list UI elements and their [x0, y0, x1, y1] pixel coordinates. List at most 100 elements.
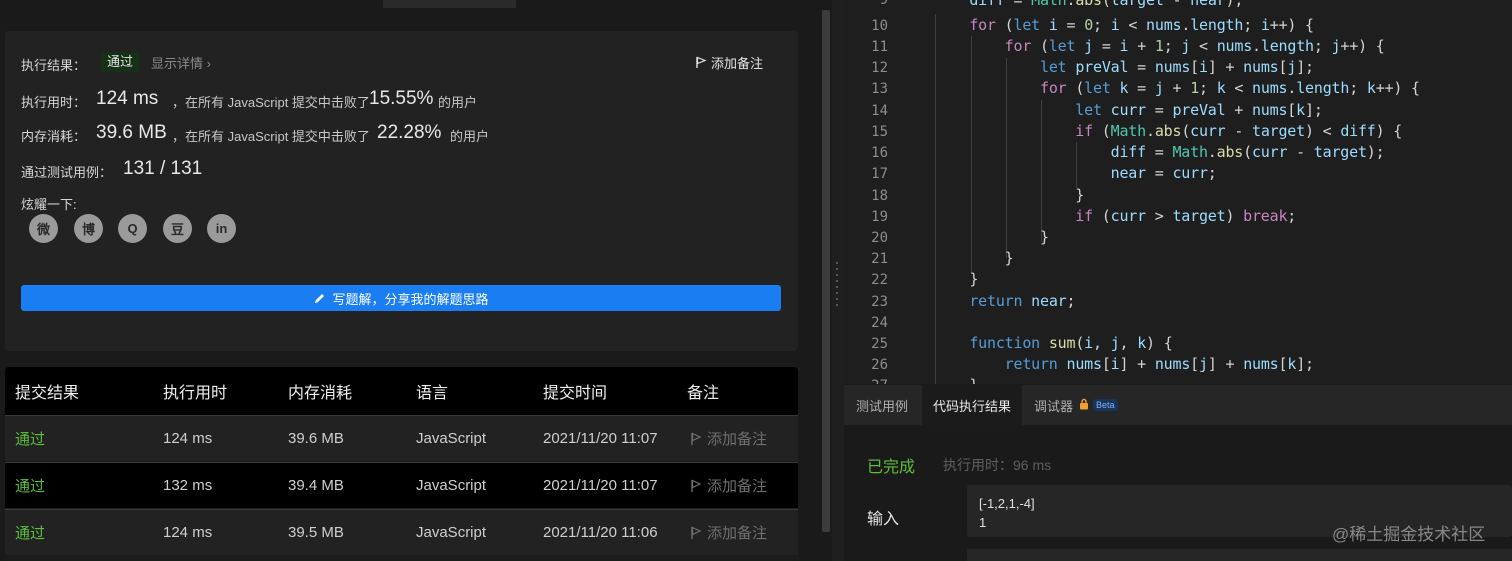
- line-number: 26: [871, 357, 888, 373]
- add-note-button[interactable]: 添加备注: [695, 53, 763, 72]
- run-time: 执行用时：96 ms: [943, 457, 1052, 473]
- row-memory: 39.4 MB: [288, 477, 344, 494]
- code-editor[interactable]: 9 10 11 12 13 14 15 16 17 18 19 20 21 22…: [844, 0, 1512, 384]
- input-label: 输入: [867, 511, 900, 528]
- header-memory[interactable]: 内存消耗: [288, 367, 352, 415]
- code-line: }: [934, 186, 1085, 204]
- line-number: 15: [871, 124, 888, 140]
- memory-value: 39.6 MB: [96, 122, 167, 143]
- memory-percent: 22.28%: [377, 122, 442, 143]
- header-time[interactable]: 执行用时: [163, 367, 227, 415]
- share-label: 炫耀一下:: [21, 197, 77, 212]
- status-badge: 通过: [101, 52, 140, 72]
- left-scrollbar[interactable]: [822, 10, 830, 532]
- line-number: 21: [871, 251, 888, 267]
- line-number: 19: [871, 209, 888, 225]
- input-line: 1: [979, 515, 987, 530]
- code-line: if (Math.abs(curr - target) < diff) {: [1075, 122, 1403, 140]
- code-line: function sum(i, j, k) {: [969, 334, 1173, 352]
- row-memory: 39.6 MB: [288, 430, 344, 447]
- line-number: 10: [871, 18, 888, 34]
- resize-grip-dot: [836, 280, 838, 282]
- tab-test-cases[interactable]: 测试用例: [844, 385, 920, 425]
- memory-label: 内存消耗：: [21, 129, 87, 144]
- qq-icon[interactable]: Q: [118, 214, 147, 243]
- code-line: }: [934, 249, 1014, 267]
- resize-grip-dot: [836, 292, 838, 294]
- resize-grip-dot: [836, 268, 838, 270]
- code-line: }: [934, 270, 979, 288]
- tab-run-result[interactable]: 代码执行结果: [922, 385, 1022, 425]
- row-add-note[interactable]: 添加备注: [690, 510, 767, 555]
- flag-icon: [696, 56, 707, 68]
- line-number: 23: [871, 294, 888, 310]
- memory-tail: 的用户: [450, 129, 490, 144]
- linkedin-icon[interactable]: in: [207, 214, 236, 243]
- output-value-box: [967, 549, 1512, 561]
- row-result[interactable]: 通过: [15, 463, 45, 508]
- code-line: let preVal = nums[i] + nums[j];: [1039, 58, 1314, 76]
- row-submit-time: 2021/11/20 11:06: [543, 524, 658, 541]
- exec-result-label: 执行结果：: [21, 58, 87, 73]
- line-number: 22: [871, 272, 888, 288]
- weibo-icon[interactable]: 博: [74, 214, 103, 243]
- row-result[interactable]: 通过: [15, 510, 45, 555]
- row-time: 132 ms: [163, 477, 213, 494]
- line-number: 16: [871, 145, 888, 161]
- time-tail: 的用户: [438, 95, 478, 110]
- submission-panel: 执行结果： 通过 显示详情 › 添加备注 执行用时： 124 ms ，在所有 J…: [0, 0, 820, 561]
- resize-grip-dot: [836, 274, 838, 276]
- write-solution-label: 写题解，分享我的解题思路: [332, 291, 489, 307]
- pane-resize-handle[interactable]: [832, 0, 844, 561]
- resize-grip-dot: [836, 286, 838, 288]
- add-note-label: 添加备注: [711, 56, 764, 71]
- douban-icon[interactable]: 豆: [163, 214, 192, 243]
- time-value: 124 ms: [96, 88, 159, 109]
- code-line: near = curr;: [1110, 164, 1217, 182]
- code-line: let curr = preVal + nums[k];: [1075, 101, 1323, 119]
- time-percent: 15.55%: [369, 88, 434, 109]
- table-row[interactable]: 通过 124 ms 39.5 MB JavaScript 2021/11/20 …: [5, 509, 798, 555]
- line-number: 25: [871, 336, 888, 352]
- show-details-link[interactable]: 显示详情 ›: [151, 53, 211, 72]
- row-language: JavaScript: [416, 430, 487, 447]
- pencil-icon: [315, 293, 325, 303]
- line-number: 11: [871, 39, 888, 55]
- line-number: 18: [871, 188, 888, 204]
- submissions-table: 提交结果 执行用时 内存消耗 语言 提交时间 备注 通过 124 ms 39.6…: [5, 367, 798, 561]
- code-line: return nums[i] + nums[j] + nums[k];: [1004, 355, 1314, 373]
- code-line: for (let k = j + 1; k < nums.length; k++…: [1039, 79, 1420, 97]
- line-number: 14: [871, 103, 888, 119]
- beta-badge: Beta: [1093, 399, 1118, 411]
- line-number: 27: [844, 378, 888, 384]
- line-number: 9: [879, 0, 888, 8]
- code-line: }: [934, 376, 978, 384]
- line-number: 24: [871, 315, 888, 331]
- tab-debugger-label: 调试器: [1034, 398, 1074, 414]
- line-number: 12: [871, 60, 888, 76]
- table-row[interactable]: 通过 124 ms 39.6 MB JavaScript 2021/11/20 …: [5, 415, 798, 461]
- flag-icon: [691, 432, 702, 445]
- wechat-icon[interactable]: 微: [29, 214, 58, 243]
- header-submit-time[interactable]: 提交时间: [543, 367, 607, 415]
- row-add-note[interactable]: 添加备注: [690, 463, 767, 508]
- watermark: @稀土掘金技术社区: [1332, 525, 1486, 544]
- header-result[interactable]: 提交结果: [15, 367, 79, 415]
- console-tab-bar: 测试用例 代码执行结果 调试器 Beta: [844, 385, 1512, 425]
- write-solution-button[interactable]: 写题解，分享我的解题思路: [21, 285, 781, 311]
- memory-desc: ，在所有 JavaScript 提交中击败了: [172, 129, 370, 144]
- table-header: 提交结果 执行用时 内存消耗 语言 提交时间 备注: [5, 367, 798, 415]
- code-line: }: [934, 228, 1049, 246]
- code-line: for (let i = 0; i < nums.length; i++) {: [969, 16, 1314, 34]
- line-number: 20: [871, 230, 888, 246]
- result-card: 执行结果： 通过 显示详情 › 添加备注 执行用时： 124 ms ，在所有 J…: [5, 31, 798, 351]
- tab-debugger[interactable]: 调试器 Beta: [1034, 385, 1134, 425]
- row-language: JavaScript: [416, 524, 487, 541]
- table-row[interactable]: 通过 132 ms 39.4 MB JavaScript 2021/11/20 …: [5, 462, 798, 508]
- row-result[interactable]: 通过: [15, 416, 45, 461]
- row-add-note[interactable]: 添加备注: [690, 416, 767, 461]
- header-language[interactable]: 语言: [416, 367, 448, 415]
- row-submit-time: 2021/11/20 11:07: [543, 430, 658, 447]
- resize-grip-dot: [836, 262, 838, 264]
- time-desc: ，在所有 JavaScript 提交中击败了: [172, 95, 370, 110]
